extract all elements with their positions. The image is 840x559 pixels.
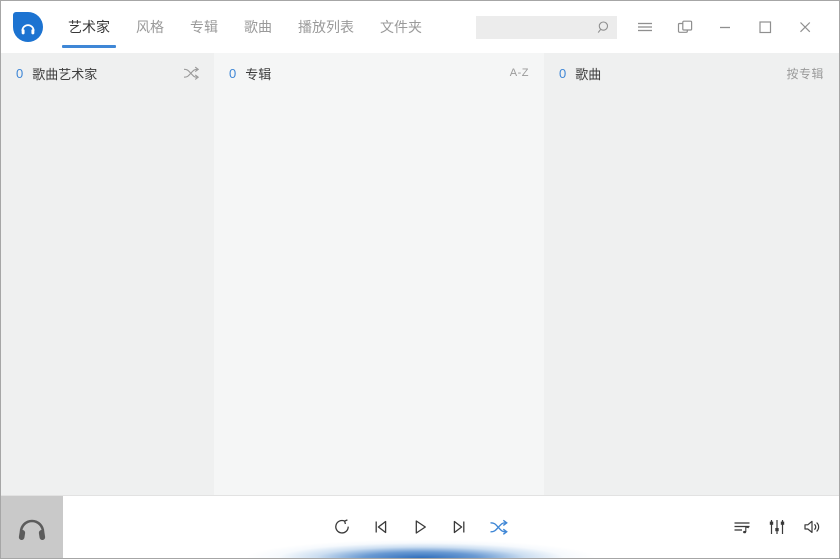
tab-albums[interactable]: 专辑 [177, 1, 231, 53]
window-controls [625, 1, 825, 53]
close-icon [800, 22, 811, 33]
search-icon [597, 20, 609, 33]
volume-icon [803, 520, 819, 533]
previous-icon [375, 520, 387, 534]
artists-shuffle-button[interactable] [183, 66, 199, 80]
player-bar [1, 495, 839, 558]
nav-tabs: 艺术家 风格 专辑 歌曲 播放列表 文件夹 [55, 1, 435, 53]
artists-list [1, 93, 214, 495]
songs-count: 0 [559, 65, 567, 81]
songs-sort-button[interactable]: 按专辑 [786, 65, 824, 82]
next-icon [453, 520, 465, 534]
headphones-logo-icon [21, 24, 35, 35]
maximize-button[interactable] [745, 1, 785, 53]
search-box[interactable] [476, 15, 617, 39]
songs-panel: 0 歌曲 按专辑 [544, 53, 839, 495]
tab-label: 文件夹 [380, 19, 422, 35]
queue-button[interactable] [731, 516, 753, 538]
equalizer-button[interactable] [766, 516, 788, 538]
close-button[interactable] [785, 1, 825, 53]
mini-player-button[interactable] [665, 1, 705, 53]
mini-player-icon [677, 20, 693, 33]
artists-panel: 0 歌曲艺术家 [1, 53, 214, 495]
app-logo[interactable] [13, 12, 43, 42]
albums-header: 0 专辑 A-Z [214, 53, 544, 93]
headphones-placeholder-icon [18, 519, 46, 540]
previous-button[interactable] [370, 516, 392, 538]
artists-count: 0 [16, 65, 24, 81]
next-button[interactable] [448, 516, 470, 538]
tab-folders[interactable]: 文件夹 [367, 1, 435, 53]
app-window: 艺术家 风格 专辑 歌曲 播放列表 文件夹 0 歌曲艺术家 0 专辑 A-Z 0… [0, 0, 840, 559]
songs-header: 0 歌曲 按专辑 [544, 53, 839, 93]
transport-controls [331, 496, 509, 558]
songs-header-label: 歌曲 [575, 66, 602, 82]
minimize-icon [720, 26, 730, 29]
albums-count: 0 [229, 65, 237, 81]
volume-button[interactable] [801, 516, 823, 538]
albums-sort-button[interactable]: A-Z [510, 67, 529, 79]
tab-songs[interactable]: 歌曲 [231, 1, 285, 53]
shuffle-icon [183, 66, 199, 80]
tab-label: 歌曲 [244, 19, 272, 35]
albums-sort-label: A-Z [509, 67, 529, 79]
tab-label: 风格 [136, 19, 164, 35]
tab-genres[interactable]: 风格 [123, 1, 177, 53]
library-panels: 0 歌曲艺术家 0 专辑 A-Z 0 歌曲 按专辑 [1, 53, 839, 495]
songs-list [544, 93, 839, 495]
menu-button[interactable] [625, 1, 665, 53]
songs-sort-label: 按专辑 [786, 66, 824, 81]
queue-icon [734, 522, 750, 534]
menu-icon [638, 22, 652, 32]
player-secondary-controls [731, 496, 823, 558]
albums-header-label: 专辑 [245, 66, 272, 82]
tab-artists[interactable]: 艺术家 [55, 1, 123, 53]
play-icon [415, 520, 426, 534]
now-playing-artwork[interactable] [1, 496, 63, 558]
loop-icon [335, 519, 349, 534]
albums-list [214, 93, 544, 495]
top-bar: 艺术家 风格 专辑 歌曲 播放列表 文件夹 [1, 1, 839, 53]
play-button[interactable] [409, 516, 431, 538]
shuffle-button[interactable] [487, 516, 509, 538]
tab-label: 播放列表 [298, 19, 354, 35]
albums-panel: 0 专辑 A-Z [214, 53, 544, 495]
artists-header-label: 歌曲艺术家 [32, 66, 98, 82]
equalizer-icon [769, 520, 785, 534]
tab-playlists[interactable]: 播放列表 [285, 1, 367, 53]
search-input[interactable] [484, 19, 596, 35]
tab-label: 艺术家 [68, 19, 110, 35]
shuffle-active-icon [489, 519, 508, 535]
maximize-icon [759, 21, 772, 34]
loop-button[interactable] [331, 516, 353, 538]
minimize-button[interactable] [705, 1, 745, 53]
artists-header: 0 歌曲艺术家 [1, 53, 214, 93]
tab-label: 专辑 [190, 19, 218, 35]
